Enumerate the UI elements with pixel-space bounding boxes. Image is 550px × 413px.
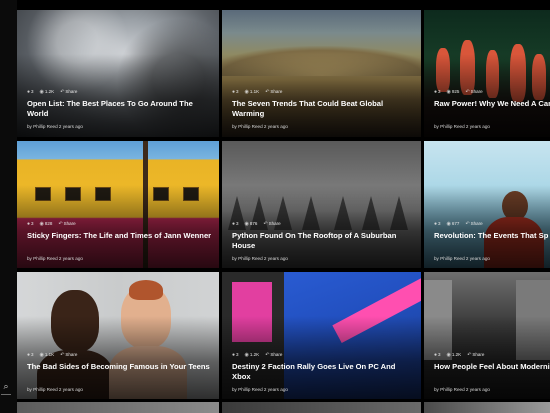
- view-count: 925: [451, 89, 460, 94]
- article-card[interactable]: ●3 ◉1.1K ↶Share The Seven Trends That Co…: [222, 10, 421, 137]
- article-byline: by Phillip Reed 2 years ago: [232, 387, 288, 392]
- share-icon: ↶: [265, 89, 270, 95]
- eye-icon: ◉: [446, 352, 451, 358]
- eye-icon: ◉: [244, 89, 249, 95]
- share-link[interactable]: ↶Share: [60, 89, 77, 95]
- article-meta: ●3 ◉1.2K ↶Share: [232, 352, 282, 358]
- share-link[interactable]: ↶Share: [60, 352, 77, 358]
- comment-icon: ●: [434, 352, 438, 358]
- share-link[interactable]: ↶Share: [265, 89, 282, 95]
- eye-icon: ◉: [39, 352, 44, 358]
- article-card[interactable]: ●3 ◉677 ↶Share Revolution: The Events Th…: [424, 141, 550, 268]
- article-byline: by Phillip Reed 2 years ago: [27, 256, 83, 261]
- comment-icon: ●: [27, 89, 31, 95]
- article-byline: by Phillip Reed 2 years ago: [434, 124, 490, 129]
- article-card[interactable]: ●3 ◉876 ↶Share Python Found On The Rooft…: [222, 141, 421, 268]
- view-count: 876: [249, 221, 258, 226]
- article-byline: by Phillip Reed 2 years ago: [434, 387, 490, 392]
- share-icon: ↶: [263, 221, 268, 227]
- article-meta: ●3 ◉828 ↶Share: [27, 221, 76, 227]
- article-grid: ●3 ◉1.2K ↶Share Open List: The Best Plac…: [17, 10, 550, 413]
- article-card[interactable]: ●3 ◉1.2K ↶Share Open List: The Best Plac…: [17, 10, 219, 137]
- article-meta: ●3 ◉925 ↶Share: [434, 89, 483, 95]
- search-icon[interactable]: ⌕: [0, 380, 12, 392]
- share-icon: ↶: [60, 352, 65, 358]
- article-meta: ●3 ◉876 ↶Share: [232, 221, 281, 227]
- article-card[interactable]: ●3 ◉828 ↶Share Sticky Fingers: The Life …: [17, 141, 219, 268]
- comment-count: 3: [31, 89, 34, 94]
- article-byline: by Phillip Reed 2 years ago: [27, 124, 83, 129]
- article-card[interactable]: ●3 ◉925 ↶Share Raw Power! Why We Need A …: [424, 10, 550, 137]
- article-title[interactable]: The Bad Sides of Becoming Famous in Your…: [27, 362, 213, 372]
- share-link[interactable]: ↶Share: [465, 221, 482, 227]
- view-count: 1.2K: [249, 352, 260, 357]
- article-byline: by Phillip Reed 2 years ago: [232, 124, 288, 129]
- article-meta: ●3 ◉1.2K ↶Share: [27, 89, 77, 95]
- share-icon: ↶: [265, 352, 270, 358]
- comment-count: 3: [236, 221, 239, 226]
- comment-count: 3: [438, 89, 441, 94]
- eye-icon: ◉: [244, 352, 249, 358]
- share-link[interactable]: ↶Share: [467, 352, 484, 358]
- comment-icon: ●: [27, 221, 31, 227]
- comment-icon: ●: [232, 221, 236, 227]
- comment-icon: ●: [434, 89, 438, 95]
- article-byline: by Phillip Reed 2 years ago: [232, 256, 288, 261]
- article-title[interactable]: Sticky Fingers: The Life and Times of Ja…: [27, 231, 213, 241]
- comment-count: 3: [438, 221, 441, 226]
- comment-count: 3: [236, 89, 239, 94]
- article-title[interactable]: Revolution: The Events That Sp Angry Yea…: [434, 231, 550, 241]
- article-meta: ●3 ◉1.1K ↶Share: [232, 89, 282, 95]
- article-byline: by Phillip Reed 2 years ago: [434, 256, 490, 261]
- left-sidebar: ⌕: [0, 0, 17, 413]
- comment-count: 3: [31, 221, 34, 226]
- eye-icon: ◉: [244, 221, 249, 227]
- eye-icon: ◉: [446, 89, 451, 95]
- share-link[interactable]: ↶Share: [263, 221, 280, 227]
- share-link[interactable]: ↶Share: [58, 221, 75, 227]
- share-icon: ↶: [60, 89, 65, 95]
- comment-icon: ●: [27, 352, 31, 358]
- next-row-peek: [17, 402, 550, 413]
- eye-icon: ◉: [446, 221, 451, 227]
- article-card[interactable]: ●3 ◉1.2K ↶Share How People Feel About Mo…: [424, 272, 550, 399]
- comment-count: 3: [438, 352, 441, 357]
- article-meta: ●3 ◉1.1K ↶Share: [27, 352, 77, 358]
- share-icon: ↶: [465, 221, 470, 227]
- view-count: 828: [44, 221, 53, 226]
- eye-icon: ◉: [39, 221, 44, 227]
- comment-count: 3: [236, 352, 239, 357]
- view-count: 1.2K: [44, 89, 55, 94]
- article-card[interactable]: ●3 ◉1.2K ↶Share Destiny 2 Faction Rally …: [222, 272, 421, 399]
- comment-icon: ●: [232, 89, 236, 95]
- article-card[interactable]: ●3 ◉1.1K ↶Share The Bad Sides of Becomin…: [17, 272, 219, 399]
- article-title[interactable]: How People Feel About Moderni America, I…: [434, 362, 550, 372]
- comment-count: 3: [31, 352, 34, 357]
- article-title[interactable]: Destiny 2 Faction Rally Goes Live On PC …: [232, 362, 415, 382]
- sidebar-divider: [1, 394, 11, 395]
- share-icon: ↶: [58, 221, 63, 227]
- share-link[interactable]: ↶Share: [265, 352, 282, 358]
- view-count: 1.2K: [451, 352, 462, 357]
- share-icon: ↶: [467, 352, 472, 358]
- share-link[interactable]: ↶Share: [465, 89, 482, 95]
- comment-icon: ●: [232, 352, 236, 358]
- comment-icon: ●: [434, 221, 438, 227]
- article-title[interactable]: The Seven Trends That Could Beat Global …: [232, 99, 415, 119]
- eye-icon: ◉: [39, 89, 44, 95]
- view-count: 677: [451, 221, 460, 226]
- article-byline: by Phillip Reed 2 years ago: [27, 387, 83, 392]
- view-count: 1.1K: [44, 352, 55, 357]
- article-title[interactable]: Python Found On The Rooftop of A Suburba…: [232, 231, 415, 251]
- article-meta: ●3 ◉677 ↶Share: [434, 221, 483, 227]
- article-title[interactable]: Raw Power! Why We Need A Can For Real Ch…: [434, 99, 550, 109]
- view-count: 1.1K: [249, 89, 260, 94]
- article-title[interactable]: Open List: The Best Places To Go Around …: [27, 99, 213, 119]
- share-icon: ↶: [465, 89, 470, 95]
- article-meta: ●3 ◉1.2K ↶Share: [434, 352, 484, 358]
